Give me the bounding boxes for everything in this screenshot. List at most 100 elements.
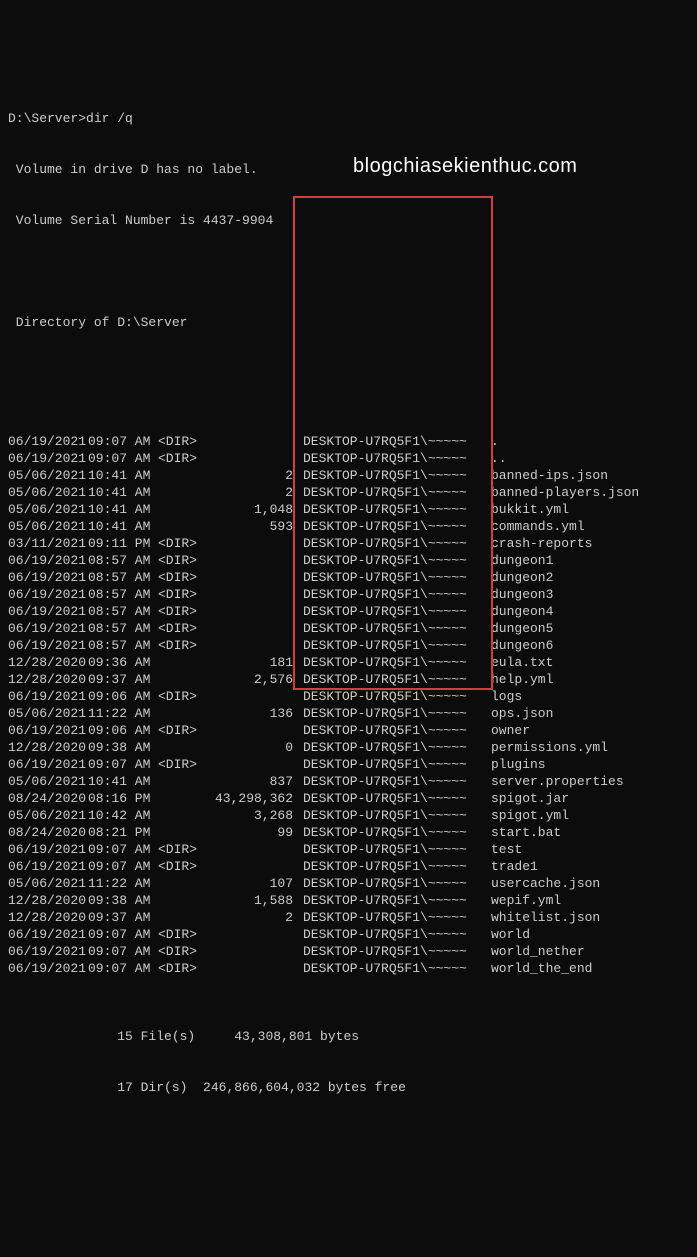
listing-row: 05/06/202110:41 AM1,048DESKTOP-U7RQ5F1\~… — [8, 501, 689, 518]
col-date: 08/24/2020 — [8, 790, 88, 807]
col-owner: DESKTOP-U7RQ5F1\~~~~~ — [299, 875, 485, 892]
volume-label-line: Volume in drive D has no label. — [8, 161, 689, 178]
col-owner: DESKTOP-U7RQ5F1\~~~~~ — [299, 484, 485, 501]
col-time: 11:22 AM — [88, 705, 158, 722]
listing-row: 03/11/202109:11 PM<DIR>DESKTOP-U7RQ5F1\~… — [8, 535, 689, 552]
col-size: 2 — [213, 909, 299, 926]
col-dir-marker — [158, 467, 213, 484]
col-filename: ops.json — [485, 705, 689, 722]
col-filename: start.bat — [485, 824, 689, 841]
col-time: 08:21 PM — [88, 824, 158, 841]
col-owner: DESKTOP-U7RQ5F1\~~~~~ — [299, 535, 485, 552]
listing-row: 06/19/202108:57 AM<DIR>DESKTOP-U7RQ5F1\~… — [8, 586, 689, 603]
col-owner: DESKTOP-U7RQ5F1\~~~~~ — [299, 909, 485, 926]
col-time: 09:06 AM — [88, 688, 158, 705]
listing-row: 08/24/202008:21 PM99DESKTOP-U7RQ5F1\~~~~… — [8, 824, 689, 841]
col-dir-marker — [158, 807, 213, 824]
col-filename: wepif.yml — [485, 892, 689, 909]
col-filename: permissions.yml — [485, 739, 689, 756]
col-time: 10:41 AM — [88, 501, 158, 518]
listing-row: 05/06/202110:42 AM3,268DESKTOP-U7RQ5F1\~… — [8, 807, 689, 824]
summary-files: 15 File(s) 43,308,801 bytes — [8, 1028, 689, 1045]
col-dir-marker — [158, 518, 213, 535]
col-time: 08:57 AM — [88, 569, 158, 586]
col-time: 09:07 AM — [88, 926, 158, 943]
col-owner: DESKTOP-U7RQ5F1\~~~~~ — [299, 722, 485, 739]
listing-row: 06/19/202108:57 AM<DIR>DESKTOP-U7RQ5F1\~… — [8, 637, 689, 654]
col-owner: DESKTOP-U7RQ5F1\~~~~~ — [299, 841, 485, 858]
col-owner: DESKTOP-U7RQ5F1\~~~~~ — [299, 824, 485, 841]
col-dir-marker — [158, 824, 213, 841]
listing-row: 06/19/202109:07 AM<DIR>DESKTOP-U7RQ5F1\~… — [8, 433, 689, 450]
col-size — [213, 586, 299, 603]
col-date: 06/19/2021 — [8, 450, 88, 467]
col-size — [213, 688, 299, 705]
col-dir-marker: <DIR> — [158, 722, 213, 739]
col-date: 06/19/2021 — [8, 569, 88, 586]
col-dir-marker — [158, 501, 213, 518]
col-size: 136 — [213, 705, 299, 722]
col-dir-marker: <DIR> — [158, 926, 213, 943]
col-date: 12/28/2020 — [8, 739, 88, 756]
col-size — [213, 569, 299, 586]
col-date: 05/06/2021 — [8, 484, 88, 501]
col-dir-marker — [158, 909, 213, 926]
col-owner: DESKTOP-U7RQ5F1\~~~~~ — [299, 926, 485, 943]
col-filename: spigot.jar — [485, 790, 689, 807]
col-date: 05/06/2021 — [8, 501, 88, 518]
col-date: 08/24/2020 — [8, 824, 88, 841]
col-dir-marker — [158, 790, 213, 807]
col-filename: world_the_end — [485, 960, 689, 977]
col-size — [213, 603, 299, 620]
col-date: 12/28/2020 — [8, 671, 88, 688]
col-date: 06/19/2021 — [8, 943, 88, 960]
col-filename: dungeon3 — [485, 586, 689, 603]
col-size — [213, 960, 299, 977]
col-filename: test — [485, 841, 689, 858]
col-date: 06/19/2021 — [8, 586, 88, 603]
col-time: 09:07 AM — [88, 960, 158, 977]
col-owner: DESKTOP-U7RQ5F1\~~~~~ — [299, 671, 485, 688]
col-size — [213, 552, 299, 569]
listing-row: 12/28/202009:37 AM2,576DESKTOP-U7RQ5F1\~… — [8, 671, 689, 688]
summary-dirs: 17 Dir(s) 246,866,604,032 bytes free — [8, 1079, 689, 1096]
listing-row: 06/19/202109:06 AM<DIR>DESKTOP-U7RQ5F1\~… — [8, 688, 689, 705]
col-size: 0 — [213, 739, 299, 756]
col-size: 107 — [213, 875, 299, 892]
listing-row: 06/19/202109:07 AM<DIR>DESKTOP-U7RQ5F1\~… — [8, 960, 689, 977]
col-date: 12/28/2020 — [8, 892, 88, 909]
col-owner: DESKTOP-U7RQ5F1\~~~~~ — [299, 790, 485, 807]
col-date: 05/06/2021 — [8, 807, 88, 824]
col-size: 43,298,362 — [213, 790, 299, 807]
col-date: 06/19/2021 — [8, 620, 88, 637]
col-time: 09:07 AM — [88, 858, 158, 875]
col-filename: banned-players.json — [485, 484, 689, 501]
col-size — [213, 926, 299, 943]
col-filename: crash-reports — [485, 535, 689, 552]
col-dir-marker: <DIR> — [158, 688, 213, 705]
col-time: 10:41 AM — [88, 484, 158, 501]
col-time: 08:57 AM — [88, 620, 158, 637]
col-time: 09:37 AM — [88, 671, 158, 688]
col-dir-marker: <DIR> — [158, 535, 213, 552]
col-dir-marker: <DIR> — [158, 620, 213, 637]
listing-row: 06/19/202109:07 AM<DIR>DESKTOP-U7RQ5F1\~… — [8, 756, 689, 773]
col-filename: .. — [485, 450, 689, 467]
col-filename: . — [485, 433, 689, 450]
listing-row: 05/06/202111:22 AM136DESKTOP-U7RQ5F1\~~~… — [8, 705, 689, 722]
col-dir-marker: <DIR> — [158, 943, 213, 960]
col-size: 1,588 — [213, 892, 299, 909]
col-dir-marker — [158, 705, 213, 722]
col-date: 06/19/2021 — [8, 603, 88, 620]
col-date: 05/06/2021 — [8, 518, 88, 535]
col-size — [213, 756, 299, 773]
col-time: 08:16 PM — [88, 790, 158, 807]
col-dir-marker — [158, 875, 213, 892]
col-date: 05/06/2021 — [8, 773, 88, 790]
directory-of-line: Directory of D:\Server — [8, 314, 689, 331]
col-filename: dungeon4 — [485, 603, 689, 620]
col-owner: DESKTOP-U7RQ5F1\~~~~~ — [299, 586, 485, 603]
col-time: 09:07 AM — [88, 433, 158, 450]
col-dir-marker: <DIR> — [158, 586, 213, 603]
col-filename: trade1 — [485, 858, 689, 875]
